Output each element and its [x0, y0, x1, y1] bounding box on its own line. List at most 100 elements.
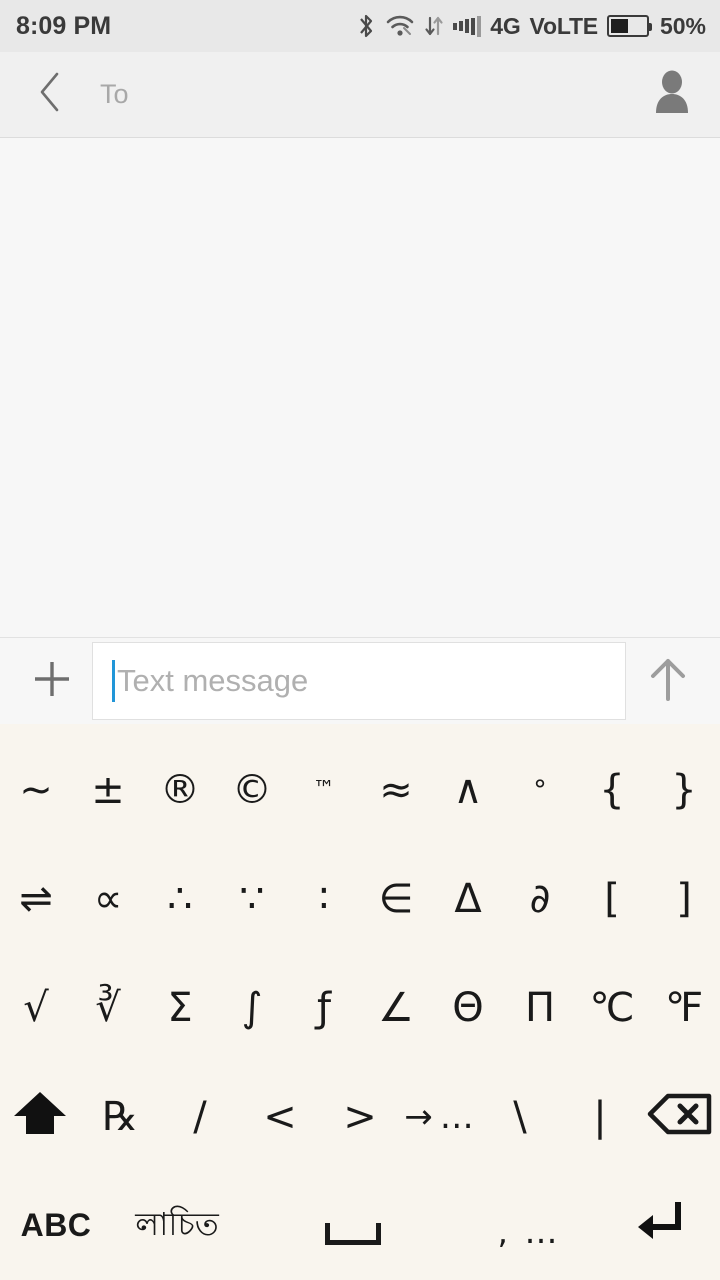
keyboard-row-3: √ ∛ Σ ∫ ƒ ∠ Θ Π ℃ ℉ [0, 954, 720, 1063]
key-bracket-left[interactable]: [ [576, 845, 648, 954]
key-element-of[interactable]: ∈ [360, 845, 432, 954]
key-therefore-glyph: ∴ [167, 876, 193, 923]
key-cube-root[interactable]: ∛ [72, 954, 144, 1063]
key-fahrenheit[interactable]: ℉ [648, 954, 720, 1063]
key-slash[interactable]: / [160, 1062, 240, 1171]
enter-arrow-icon [628, 1197, 686, 1254]
send-button[interactable] [632, 645, 704, 717]
ellipsis-glyph: … [439, 1096, 476, 1137]
key-ratio[interactable]: ∶ [288, 845, 360, 954]
status-bar: 8:09 PM 4G VoLTE 50% [0, 0, 720, 52]
key-spacebar[interactable] [242, 1171, 464, 1280]
keyboard-row-2: ⇌ ∝ ∴ ∵ ∶ ∈ Δ ∂ [] [0, 845, 720, 954]
key-bracket-right-glyph: ] [676, 876, 692, 923]
key-tilde-glyph: ~ [19, 767, 53, 814]
key-enter[interactable] [594, 1171, 720, 1280]
key-element-of-glyph: ∈ [378, 876, 414, 923]
key-brace-left-glyph: { [599, 767, 625, 814]
contact-picker-button[interactable] [646, 69, 698, 121]
key-ratio-glyph: ∶ [318, 876, 330, 923]
key-tilde[interactable]: ~ [0, 736, 72, 845]
key-celsius[interactable]: ℃ [576, 954, 648, 1063]
key-integral[interactable]: ∫ [216, 954, 288, 1063]
key-because[interactable]: ∵ [216, 845, 288, 954]
shift-arrow-icon [10, 1086, 70, 1147]
key-sigma[interactable]: Σ [144, 954, 216, 1063]
key-plus-minus[interactable]: ± [72, 736, 144, 845]
nav-bar: To [0, 52, 720, 138]
symbols-keyboard: ~ ± ® © ™ ≈ ∧ ° {} ⇌ ∝ ∴ ∵ ∶ ∈ Δ ∂ [] √ ∛ Σ ∫ ƒ ∠ Θ Π ℃ ℉ ℞ / < > →… \… [0, 724, 720, 1280]
arrow-more-icon: →… [404, 1097, 476, 1137]
status-icons-group: 4G VoLTE 50% [356, 13, 706, 40]
key-brace-left[interactable]: { [576, 736, 648, 845]
key-trademark-glyph: ™ [313, 777, 335, 803]
key-language-switch[interactable]: লাচিত [112, 1171, 242, 1280]
key-cube-root-glyph: ∛ [95, 984, 121, 1031]
compose-bar: Text message [0, 638, 720, 724]
key-backspace[interactable] [640, 1062, 720, 1171]
key-registered[interactable]: ® [144, 736, 216, 845]
key-registered-glyph: ® [160, 767, 200, 814]
key-greater-than[interactable]: > [320, 1062, 400, 1171]
key-copyright[interactable]: © [216, 736, 288, 845]
key-partial[interactable]: ∂ [504, 845, 576, 954]
arrow-right-glyph: → [404, 1096, 433, 1137]
key-sigma-glyph: Σ [167, 984, 193, 1031]
key-brace-right[interactable]: } [648, 736, 720, 845]
key-trademark[interactable]: ™ [288, 736, 360, 845]
battery-percent-label: 50% [659, 12, 706, 39]
key-pipe[interactable]: | [560, 1062, 640, 1171]
key-less-than[interactable]: < [240, 1062, 320, 1171]
key-plus-minus-glyph: ± [91, 767, 125, 814]
key-celsius-glyph: ℃ [589, 984, 635, 1031]
key-prescription[interactable]: ℞ [80, 1062, 160, 1171]
key-square-root-glyph: √ [23, 984, 49, 1031]
signal-bars-icon [453, 15, 482, 37]
key-square-root[interactable]: √ [0, 954, 72, 1063]
key-partial-glyph: ∂ [529, 876, 551, 923]
key-pi-capital[interactable]: Π [504, 954, 576, 1063]
keyboard-row-1: ~ ± ® © ™ ≈ ∧ ° {} [0, 736, 720, 845]
key-therefore[interactable]: ∴ [144, 845, 216, 954]
key-prescription-glyph: ℞ [102, 1093, 138, 1140]
key-angle[interactable]: ∠ [360, 954, 432, 1063]
key-comma[interactable]: , … [464, 1171, 594, 1280]
key-proportional[interactable]: ∝ [72, 845, 144, 954]
key-degree[interactable]: ° [504, 736, 576, 845]
key-bracket-left-glyph: [ [604, 876, 620, 923]
key-equilibrium-glyph: ⇌ [19, 876, 53, 923]
data-transfer-icon [424, 14, 444, 38]
contact-person-icon [650, 69, 694, 120]
key-logical-and-glyph: ∧ [453, 767, 483, 814]
back-button[interactable] [26, 71, 74, 119]
spacebar-icon [325, 1222, 381, 1245]
key-logical-and[interactable]: ∧ [432, 736, 504, 845]
key-angle-glyph: ∠ [378, 984, 414, 1031]
wifi-icon [385, 14, 415, 38]
key-backslash[interactable]: \ [480, 1062, 560, 1171]
send-arrow-up-icon [644, 653, 692, 710]
bluetooth-icon [356, 13, 376, 39]
backspace-delete-icon [647, 1092, 713, 1141]
key-language-label: লাচিত [135, 1204, 219, 1243]
key-function-glyph: ƒ [316, 984, 332, 1031]
recipient-field[interactable]: To [100, 79, 646, 110]
key-abc-switch[interactable]: ABC [0, 1171, 112, 1280]
key-delta[interactable]: Δ [432, 845, 504, 954]
key-almost-equal[interactable]: ≈ [360, 736, 432, 845]
key-equilibrium[interactable]: ⇌ [0, 845, 72, 954]
attach-button[interactable] [16, 645, 88, 717]
network-type-label: 4G [490, 12, 521, 39]
key-theta[interactable]: Θ [432, 954, 504, 1063]
key-greater-than-glyph: > [343, 1093, 377, 1140]
key-pi-capital-glyph: Π [524, 984, 556, 1031]
key-arrow-more[interactable]: →… [400, 1062, 480, 1171]
message-input[interactable]: Text message [92, 642, 626, 720]
key-shift[interactable] [0, 1062, 80, 1171]
key-bracket-right[interactable]: ] [648, 845, 720, 954]
volte-label: VoLTE [529, 12, 599, 39]
key-delta-glyph: Δ [454, 876, 482, 923]
key-function[interactable]: ƒ [288, 954, 360, 1063]
status-clock: 8:09 PM [16, 11, 112, 40]
key-copyright-glyph: © [232, 767, 272, 814]
